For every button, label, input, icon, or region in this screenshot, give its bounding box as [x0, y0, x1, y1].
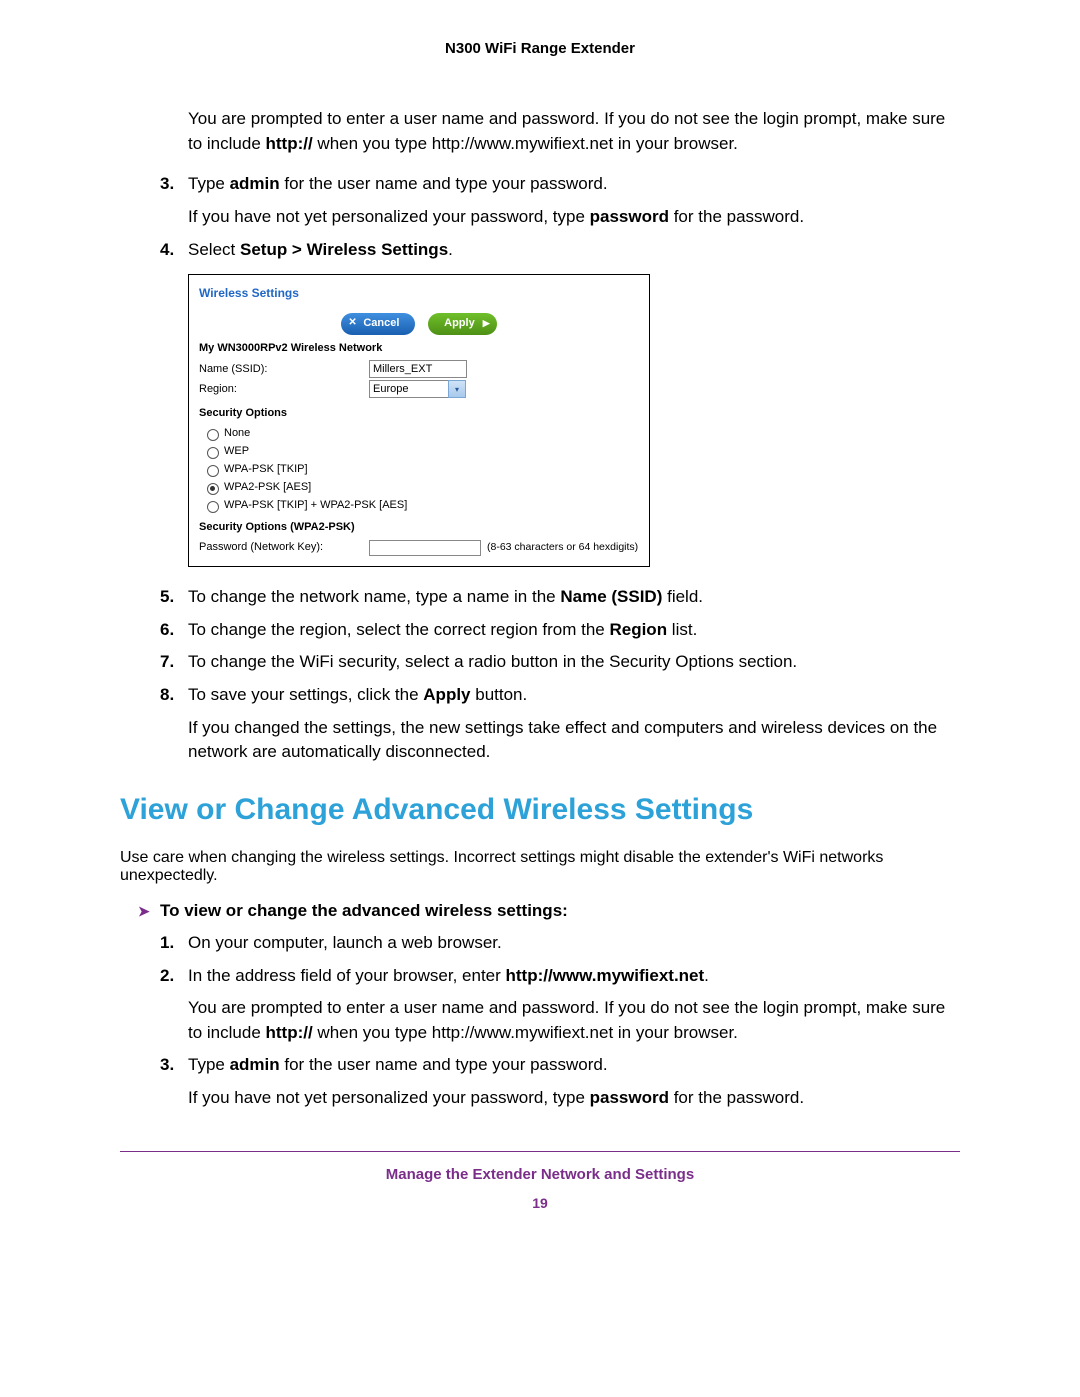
- text: To change the network name, type a name …: [188, 587, 560, 606]
- panel-title: Wireless Settings: [199, 285, 639, 302]
- bold-text: Region: [609, 620, 667, 639]
- text: list.: [667, 620, 697, 639]
- step-8: 8. To save your settings, click the Appl…: [160, 683, 960, 765]
- step-number: 2.: [160, 964, 174, 989]
- text: Select: [188, 240, 240, 259]
- ssid-input[interactable]: Millers_EXT: [369, 360, 467, 378]
- bold-text: Name (SSID): [560, 587, 662, 606]
- radio-wpa2-aes[interactable]: WPA2-PSK [AES]: [207, 480, 639, 496]
- radio-icon: [207, 501, 219, 513]
- radio-label: WPA-PSK [TKIP]: [224, 462, 308, 478]
- bold-text: Setup > Wireless Settings: [240, 240, 448, 259]
- intro-paragraph: You are prompted to enter a user name an…: [188, 107, 960, 156]
- text: .: [704, 966, 709, 985]
- step-number: 5.: [160, 585, 174, 610]
- step-number: 3.: [160, 1053, 174, 1078]
- step-3: 3. Type admin for the user name and type…: [160, 172, 960, 229]
- password-input[interactable]: [369, 540, 481, 556]
- text: To save your settings, click the: [188, 685, 423, 704]
- radio-none[interactable]: None: [207, 426, 639, 442]
- text: button.: [471, 685, 528, 704]
- adv-step-3: 3. Type admin for the user name and type…: [160, 1053, 960, 1110]
- radio-label: WEP: [224, 444, 249, 460]
- bold-text: admin: [230, 174, 280, 193]
- step-number: 3.: [160, 172, 174, 197]
- ssid-label: Name (SSID):: [199, 362, 369, 378]
- text: for the password.: [669, 207, 804, 226]
- apply-button[interactable]: Apply ▶: [428, 313, 497, 335]
- text: If you have not yet personalized your pa…: [188, 1088, 590, 1107]
- bold-text: http://www.mywifiext.net: [506, 966, 705, 985]
- bold-text: password: [590, 1088, 669, 1107]
- radio-icon: [207, 429, 219, 441]
- text: In the address field of your browser, en…: [188, 966, 506, 985]
- step-number: 8.: [160, 683, 174, 708]
- bold-text: Apply: [423, 685, 470, 704]
- text: If you have not yet personalized your pa…: [188, 207, 590, 226]
- network-section-label: My WN3000RPv2 Wireless Network: [199, 341, 639, 357]
- radio-wep[interactable]: WEP: [207, 444, 639, 460]
- text: To change the region, select the correct…: [188, 620, 609, 639]
- close-icon: ✕: [348, 316, 356, 331]
- section-heading: View or Change Advanced Wireless Setting…: [120, 793, 960, 827]
- page-number: 19: [120, 1195, 960, 1211]
- task-heading: ➤ To view or change the advanced wireles…: [138, 901, 960, 921]
- region-label: Region:: [199, 382, 369, 398]
- task-text: To view or change the advanced wireless …: [160, 901, 568, 920]
- button-label: Cancel: [363, 317, 399, 329]
- chevron-down-icon[interactable]: ▾: [448, 380, 466, 398]
- radio-mixed[interactable]: WPA-PSK [TKIP] + WPA2-PSK [AES]: [207, 498, 639, 514]
- button-label: Apply: [444, 317, 475, 329]
- radio-label: WPA2-PSK [AES]: [224, 480, 311, 496]
- text: To change the WiFi security, select a ra…: [188, 652, 797, 671]
- step-number: 1.: [160, 931, 174, 956]
- text: for the user name and type your password…: [280, 1055, 608, 1074]
- radio-label: None: [224, 426, 250, 442]
- security-wpa2-label: Security Options (WPA2-PSK): [199, 520, 639, 536]
- text: field.: [662, 587, 703, 606]
- text: when you type http://www.mywifiext.net i…: [313, 1023, 738, 1042]
- chevron-right-icon: ➤: [138, 903, 150, 920]
- radio-icon: [207, 483, 219, 495]
- step-number: 6.: [160, 618, 174, 643]
- text: If you changed the settings, the new set…: [188, 716, 960, 765]
- radio-icon: [207, 447, 219, 459]
- text: when you type http://www.mywifiext.net i…: [313, 134, 738, 153]
- arrow-right-icon: ▶: [483, 317, 490, 330]
- wireless-settings-screenshot: Wireless Settings ✕ Cancel Apply ▶ My WN30…: [188, 274, 650, 567]
- bold-text: password: [590, 207, 669, 226]
- footer-chapter: Manage the Extender Network and Settings: [120, 1166, 960, 1183]
- text: Type: [188, 1055, 230, 1074]
- step-5: 5. To change the network name, type a na…: [160, 585, 960, 610]
- cancel-button[interactable]: ✕ Cancel: [341, 313, 415, 335]
- text: On your computer, launch a web browser.: [188, 933, 502, 952]
- step-6: 6. To change the region, select the corr…: [160, 618, 960, 643]
- radio-wpa-tkip[interactable]: WPA-PSK [TKIP]: [207, 462, 639, 478]
- step-4: 4. Select Setup > Wireless Settings. Wir…: [160, 238, 960, 567]
- step-number: 4.: [160, 238, 174, 263]
- security-options-label: Security Options: [199, 406, 639, 422]
- bold-text: admin: [230, 1055, 280, 1074]
- adv-step-2: 2. In the address field of your browser,…: [160, 964, 960, 1046]
- text: Type: [188, 174, 230, 193]
- step-7: 7. To change the WiFi security, select a…: [160, 650, 960, 675]
- text: for the user name and type your password…: [280, 174, 608, 193]
- password-hint: (8-63 characters or 64 hexdigits): [487, 540, 638, 555]
- bold-text: http://: [266, 1023, 313, 1042]
- region-select[interactable]: Europe: [369, 380, 449, 398]
- doc-header: N300 WiFi Range Extender: [120, 40, 960, 57]
- footer-rule: [120, 1151, 960, 1152]
- advanced-intro: Use care when changing the wireless sett…: [120, 849, 960, 885]
- text: .: [448, 240, 453, 259]
- adv-step-1: 1. On your computer, launch a web browse…: [160, 931, 960, 956]
- password-label: Password (Network Key):: [199, 540, 369, 556]
- step-number: 7.: [160, 650, 174, 675]
- text: for the password.: [669, 1088, 804, 1107]
- radio-label: WPA-PSK [TKIP] + WPA2-PSK [AES]: [224, 498, 407, 514]
- radio-icon: [207, 465, 219, 477]
- bold-text: http://: [266, 134, 313, 153]
